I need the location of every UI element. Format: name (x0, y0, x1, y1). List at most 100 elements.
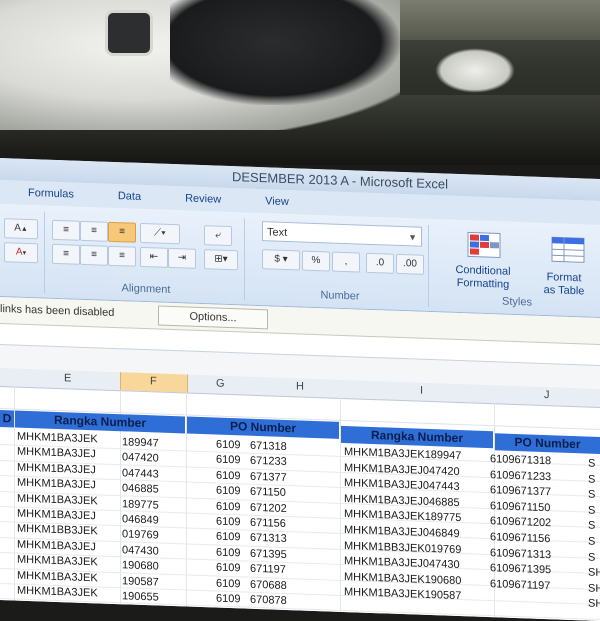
cell-rangka-full[interactable]: MHKM1BA3JEK190587 (344, 586, 461, 602)
col-header-i[interactable]: I (420, 385, 423, 397)
cell-edge[interactable]: S (588, 489, 595, 501)
cell-po-full[interactable]: 6109671150 (490, 500, 550, 514)
align-top-button[interactable]: ≡ (52, 219, 80, 241)
cell-po-suffix[interactable]: 671156 (250, 517, 286, 530)
tab-data[interactable]: Data (118, 190, 141, 203)
cell-po-full[interactable]: 6109671202 (490, 516, 551, 530)
cell-edge[interactable]: S (588, 458, 595, 470)
cell-rangka-prefix[interactable]: MHKM1BA3JEJ (17, 461, 96, 476)
cell-po-prefix[interactable]: 6109 (216, 516, 240, 529)
format-as-table-label[interactable]: Format as Table (528, 270, 600, 299)
increase-indent-button[interactable]: ⇥ (168, 247, 196, 269)
cell-edge[interactable]: S (588, 504, 595, 516)
cell-rangka-full[interactable]: MHKM1BA3JEJ047430 (344, 555, 460, 571)
decrease-indent-button[interactable]: ⇤ (140, 246, 168, 268)
align-middle-button[interactable]: ≡ (80, 220, 108, 242)
cell-rangka-suffix[interactable]: 047420 (122, 452, 159, 465)
options-button[interactable]: Options... (158, 305, 268, 330)
cell-rangka-prefix[interactable]: MHKM1BA3JEK (17, 431, 98, 446)
cell-rangka-suffix[interactable]: 189775 (122, 498, 159, 511)
align-center-button[interactable]: ≡ (80, 244, 108, 266)
tab-view[interactable]: View (265, 195, 289, 208)
cell-rangka-suffix[interactable]: 190655 (122, 590, 159, 603)
cell-rangka-full[interactable]: MHKM1BB3JEK019769 (344, 540, 461, 556)
cell-po-full[interactable]: 6109671313 (490, 547, 551, 561)
align-left-button[interactable]: ≡ (52, 243, 80, 265)
cell-rangka-suffix[interactable]: 190587 (122, 575, 159, 588)
cell-rangka-suffix[interactable]: 189947 (122, 436, 159, 449)
cell-rangka-suffix[interactable]: 019769 (122, 529, 159, 542)
cell-po-prefix[interactable]: 6109 (216, 454, 240, 467)
cell-po-full[interactable]: 6109671197 (490, 578, 550, 592)
cell-rangka-suffix[interactable]: 046849 (122, 513, 159, 526)
cell-po-suffix[interactable]: 671377 (250, 471, 287, 484)
cell-po-suffix[interactable]: 671395 (250, 548, 287, 561)
col-header-e[interactable]: E (64, 372, 71, 384)
cell-po-prefix[interactable]: 6109 (216, 439, 240, 452)
conditional-formatting-icon[interactable] (466, 230, 502, 259)
col-header-h[interactable]: H (296, 380, 304, 392)
cell-rangka-prefix[interactable]: MHKM1BA3JEJ (17, 508, 96, 523)
cell-po-full[interactable]: 6109671156 (490, 531, 550, 545)
cell-rangka-full[interactable]: MHKM1BA3JEJ046885 (344, 493, 460, 509)
cell-rangka-prefix[interactable]: MHKM1BB3JEK (17, 523, 98, 538)
cell-rangka-prefix[interactable]: MHKM1BA3JEK (17, 569, 98, 584)
cell-po-full[interactable]: 6109671395 (490, 562, 551, 576)
cell-po-prefix[interactable]: 6109 (216, 500, 240, 513)
cell-po-suffix[interactable]: 671318 (250, 440, 287, 453)
cell-edge[interactable]: SH (588, 567, 600, 580)
cell-edge[interactable]: SH (588, 582, 600, 595)
cell-po-prefix[interactable]: 6109 (216, 469, 240, 482)
grow-font-button[interactable]: A▲ (4, 218, 38, 240)
cell-po-full[interactable]: 6109671377 (490, 484, 551, 498)
header-edge[interactable]: D (0, 410, 14, 428)
cell-rangka-suffix[interactable]: 190680 (122, 559, 159, 572)
conditional-formatting-label[interactable]: Conditional Formatting (440, 263, 526, 292)
cell-po-prefix[interactable]: 6109 (216, 562, 240, 575)
cell-rangka-prefix[interactable]: MHKM1BA3JEK (17, 600, 98, 615)
cell-po-suffix[interactable]: 671150 (250, 486, 286, 499)
cell-rangka-suffix[interactable]: 047430 (122, 544, 159, 557)
cell-rangka-suffix[interactable]: 047443 (122, 467, 159, 480)
worksheet-grid[interactable]: E F G H I J D Rangka Number PO Number Ra… (0, 368, 600, 621)
cell-po-full[interactable]: 6109671233 (490, 469, 551, 483)
cell-po-prefix[interactable]: 6109 (216, 577, 240, 590)
cell-rangka-full[interactable]: MHKM1BA3JEK190680 (344, 571, 461, 587)
orientation-button[interactable]: ⟋▾ (140, 222, 180, 245)
cell-rangka-full[interactable]: MHKM1BA3JEJ046849 (344, 524, 460, 540)
cell-rangka-prefix[interactable]: MHKM1BA3JEJ (17, 446, 96, 461)
cell-po-prefix[interactable]: 6109 (216, 593, 240, 606)
cell-po-suffix[interactable]: 671202 (250, 501, 287, 514)
cell-rangka-prefix[interactable]: MHKM1BA3JEJ (17, 538, 96, 553)
cell-po-prefix[interactable]: 6109 (216, 608, 240, 621)
cell-po-suffix[interactable]: 671313 (250, 532, 287, 545)
cell-rangka-prefix[interactable]: MHKM1BA3JEK (17, 585, 98, 600)
percent-button[interactable]: % (302, 250, 330, 272)
cell-edge[interactable]: S (588, 536, 595, 548)
cell-po-prefix[interactable]: 6109 (216, 485, 240, 498)
cell-edge[interactable]: S (588, 551, 595, 563)
cell-rangka-suffix[interactable]: 046885 (122, 482, 159, 495)
wrap-text-button[interactable]: ⤶ (204, 225, 232, 247)
decrease-decimal-button[interactable]: .00 (396, 253, 424, 275)
cell-rangka-full[interactable]: MHKM1BA3JEK189947 (344, 446, 461, 462)
increase-decimal-button[interactable]: .0 (366, 252, 394, 274)
cell-po-suffix[interactable]: 671197 (250, 563, 286, 576)
cell-rangka-prefix[interactable]: MHKM1BA3JEK (17, 492, 98, 507)
col-header-f[interactable]: F (150, 375, 157, 387)
align-right-button[interactable]: ≡ (108, 245, 136, 267)
cell-po-suffix[interactable]: 670688 (250, 578, 287, 591)
cell-rangka-suffix[interactable]: 190768 (122, 606, 159, 619)
cell-po-prefix[interactable]: 6109 (216, 531, 240, 544)
cell-po-suffix[interactable]: 671233 (250, 455, 287, 468)
currency-button[interactable]: $ ▾ (262, 249, 300, 271)
col-header-g[interactable]: G (216, 378, 225, 390)
cell-rangka-full[interactable]: MHKM1BA3JEK189775 (344, 508, 461, 524)
font-color-button[interactable]: A▾ (4, 242, 38, 264)
align-bottom-button[interactable]: ≡ (108, 221, 136, 243)
cell-edge[interactable]: S (588, 473, 595, 485)
merge-center-button[interactable]: ⊞▾ (204, 249, 238, 271)
header-rangka-number-2[interactable]: Rangka Number (341, 425, 493, 449)
cell-po-prefix[interactable]: 6109 (216, 546, 240, 559)
format-as-table-icon[interactable] (550, 235, 586, 264)
